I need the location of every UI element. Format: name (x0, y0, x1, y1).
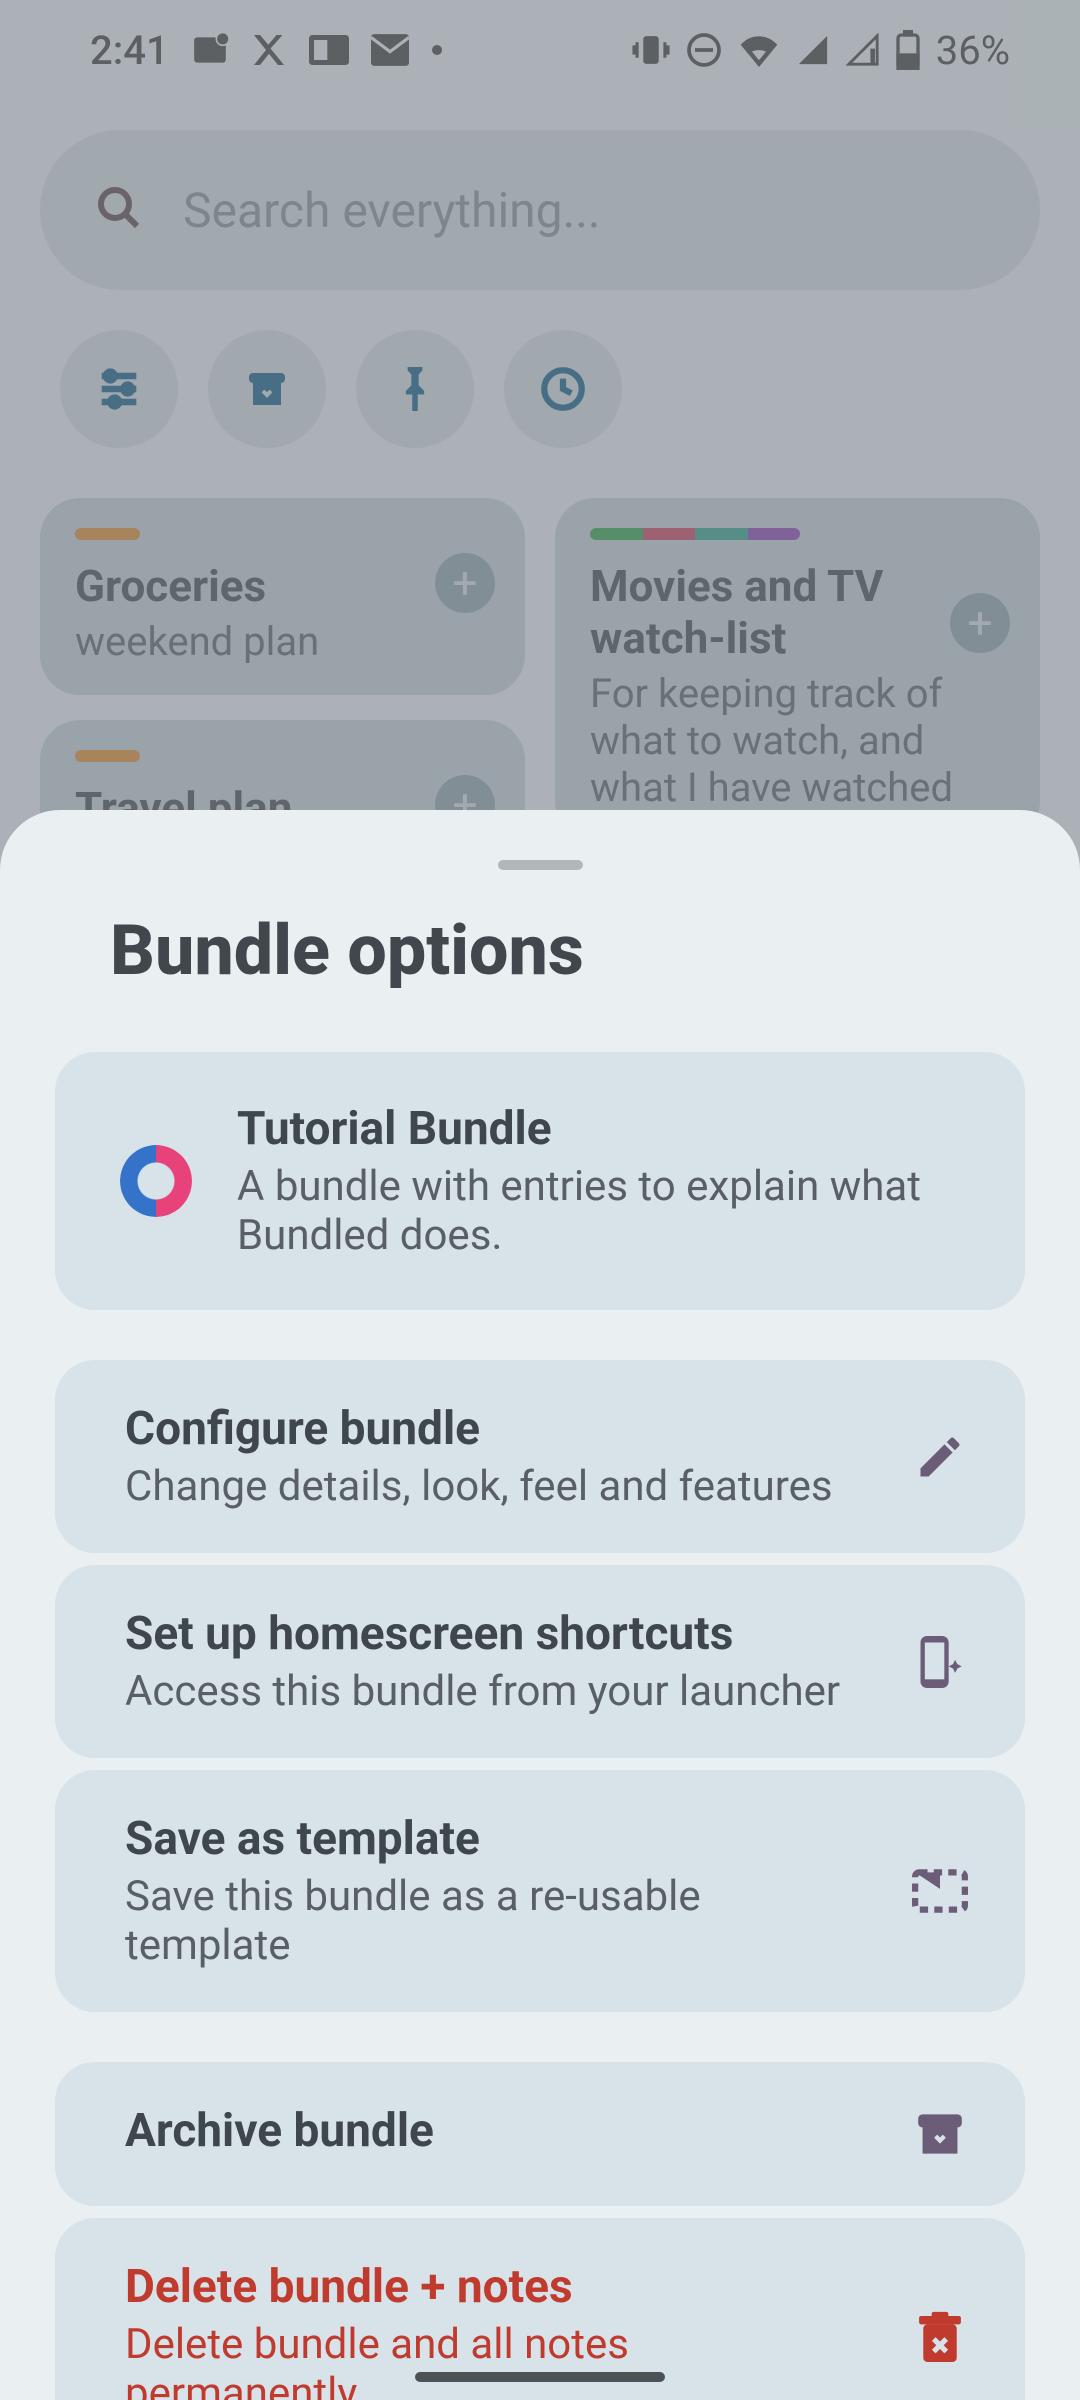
pencil-icon (910, 1431, 970, 1483)
option-sub: Change details, look, feel and features (125, 1462, 865, 1511)
option-configure[interactable]: Configure bundle Change details, look, f… (55, 1360, 1025, 1553)
phone-sparkle-icon (910, 1633, 970, 1691)
sheet-handle[interactable] (498, 860, 583, 870)
bundle-header[interactable]: Tutorial Bundle A bundle with entries to… (55, 1052, 1025, 1310)
option-title: Save as template (125, 1812, 865, 1866)
option-template[interactable]: Save as template Save this bundle as a r… (55, 1770, 1025, 2012)
option-title: Delete bundle + notes (125, 2260, 865, 2314)
trash-icon (910, 2311, 970, 2367)
option-sub: Save this bundle as a re-usable template (125, 1872, 865, 1970)
bundle-desc: A bundle with entries to explain what Bu… (237, 1162, 970, 1260)
option-title: Set up homescreen shortcuts (125, 1607, 865, 1661)
option-title: Configure bundle (125, 1402, 865, 1456)
option-title: Archive bundle (125, 2104, 865, 2158)
option-sub: Delete bundle and all notes permanently (125, 2320, 865, 2400)
bundle-color-icon (120, 1145, 192, 1217)
bundle-name: Tutorial Bundle (237, 1102, 970, 1156)
archive-icon (910, 2110, 970, 2158)
bundle-options-sheet: Bundle options Tutorial Bundle A bundle … (0, 810, 1080, 2400)
option-archive[interactable]: Archive bundle (55, 2062, 1025, 2206)
sheet-title: Bundle options (110, 910, 1025, 992)
option-sub: Access this bundle from your launcher (125, 1667, 865, 1716)
template-dashed-icon (910, 1867, 970, 1915)
nav-gesture-bar[interactable] (415, 2372, 665, 2382)
option-shortcuts[interactable]: Set up homescreen shortcuts Access this … (55, 1565, 1025, 1758)
